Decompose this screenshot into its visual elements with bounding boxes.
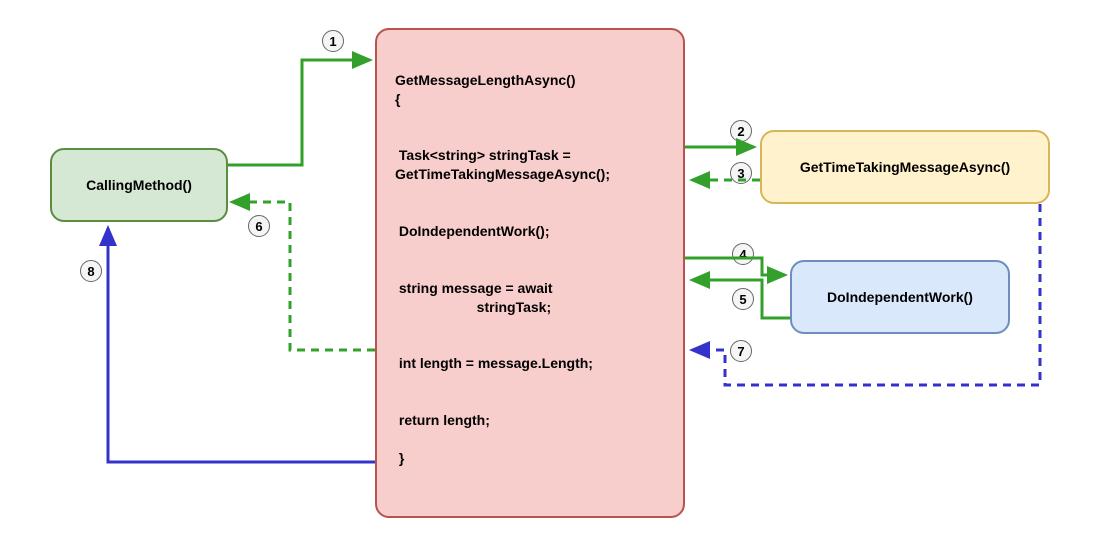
step-number: 4 xyxy=(739,247,746,262)
code-line: return length; xyxy=(395,412,490,428)
code-line: Task<string> stringTask = xyxy=(395,147,571,163)
step-badge-7: 7 xyxy=(730,340,752,362)
code-line: { xyxy=(395,91,400,107)
do-independent-work-box: DoIndependentWork() xyxy=(790,260,1010,334)
step-number: 2 xyxy=(737,124,744,139)
step-number: 5 xyxy=(739,292,746,307)
code-line: int length = message.Length; xyxy=(395,355,593,371)
step-badge-5: 5 xyxy=(732,288,754,310)
step-badge-1: 1 xyxy=(322,30,344,52)
do-independent-work-label: DoIndependentWork() xyxy=(827,288,973,307)
code-line: stringTask; xyxy=(395,299,551,315)
get-time-taking-label: GetTimeTakingMessageAsync() xyxy=(800,158,1010,177)
code-line: GetTimeTakingMessageAsync(); xyxy=(395,166,610,182)
step-badge-3: 3 xyxy=(730,162,752,184)
step-badge-4: 4 xyxy=(732,243,754,265)
arrow-8 xyxy=(108,228,375,462)
code-line: } xyxy=(395,450,404,466)
diagram-stage: CallingMethod() GetMessageLengthAsync() … xyxy=(0,0,1102,538)
step-badge-6: 6 xyxy=(248,215,270,237)
calling-method-box: CallingMethod() xyxy=(50,148,228,222)
step-number: 1 xyxy=(329,34,336,49)
code-line: string message = await xyxy=(395,280,553,296)
step-number: 7 xyxy=(737,344,744,359)
step-number: 8 xyxy=(87,264,94,279)
get-time-taking-box: GetTimeTakingMessageAsync() xyxy=(760,130,1050,204)
step-number: 3 xyxy=(737,166,744,181)
step-number: 6 xyxy=(255,219,262,234)
calling-method-label: CallingMethod() xyxy=(86,176,192,195)
code-line: GetMessageLengthAsync() xyxy=(395,72,575,88)
step-badge-2: 2 xyxy=(730,120,752,142)
code-line: DoIndependentWork(); xyxy=(395,223,550,239)
step-badge-8: 8 xyxy=(80,260,102,282)
arrow-1 xyxy=(228,60,370,165)
async-method-box: GetMessageLengthAsync() { Task<string> s… xyxy=(375,28,685,518)
